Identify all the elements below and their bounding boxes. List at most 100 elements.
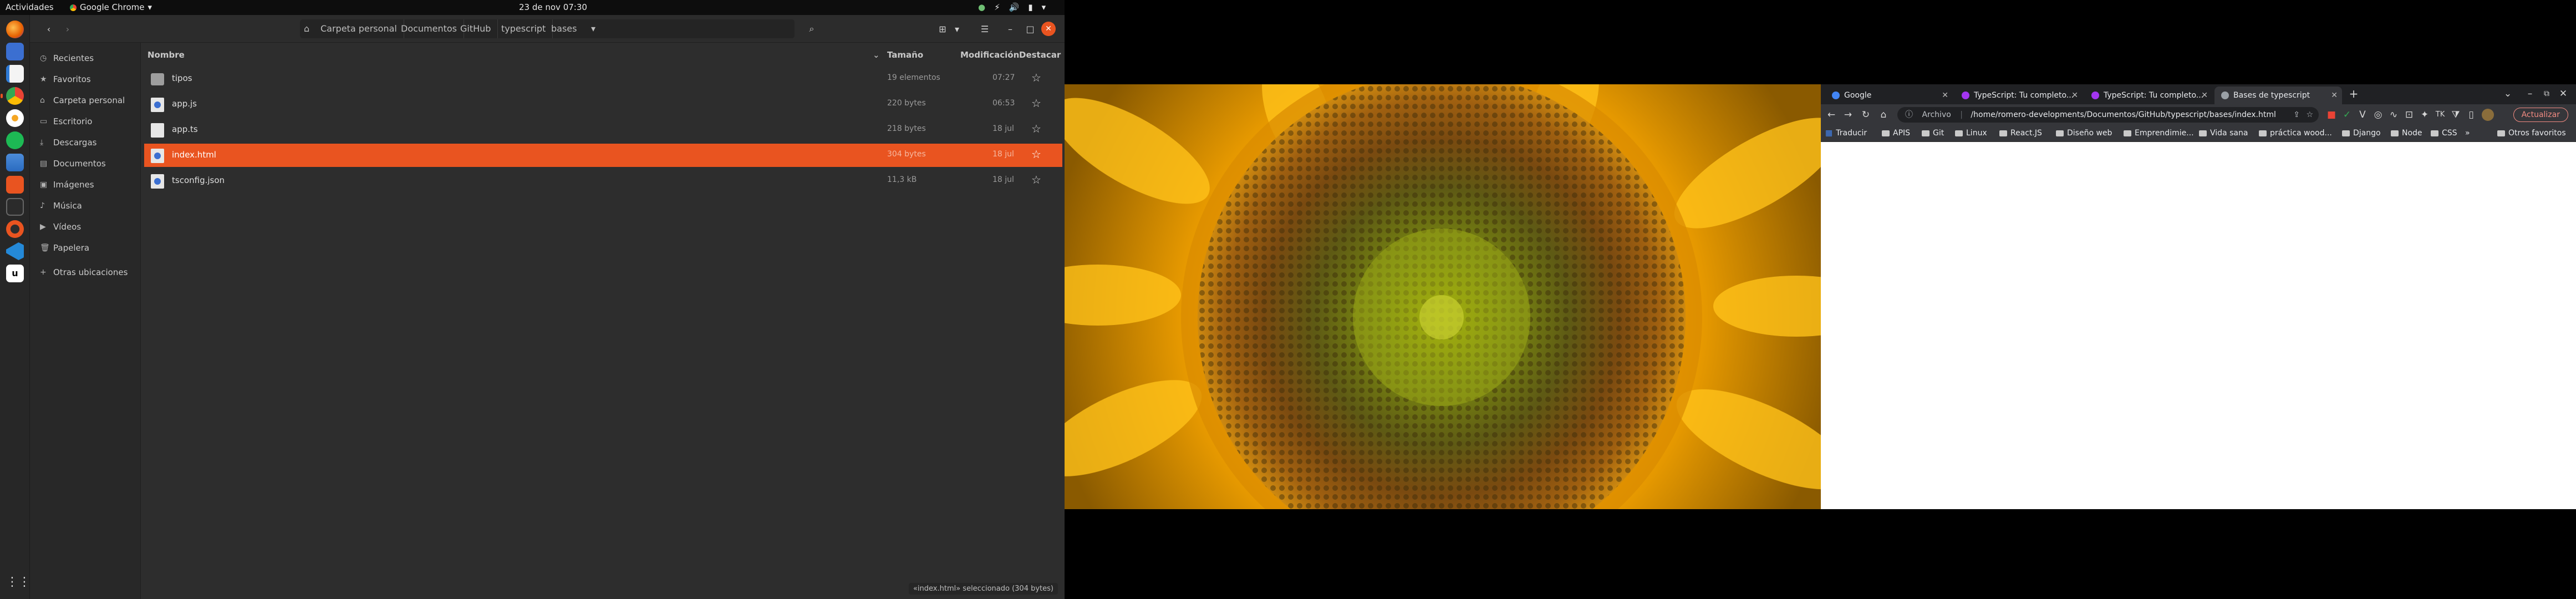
update-button[interactable]: Actualizar <box>2513 108 2568 122</box>
extension-circle-icon[interactable]: ◎ <box>2372 109 2384 121</box>
bookmark-vida-sana[interactable]: Vida sana <box>2199 129 2248 138</box>
forward-button[interactable]: › <box>59 20 77 38</box>
column-header-modified[interactable]: Modificación <box>960 50 1019 60</box>
sidebar-item-recientes[interactable]: ◷ Recientes <box>34 49 94 67</box>
bookmark-css[interactable]: CSS <box>2431 129 2457 138</box>
address-bar[interactable]: ⓘ Archivo | /home/romero-developments/Do… <box>1897 107 2319 123</box>
column-header-size[interactable]: Tamaño <box>887 50 923 60</box>
table-row[interactable]: app.js 220 bytes 06:53 ☆ <box>144 93 1062 116</box>
sort-icon[interactable]: ⌄ <box>873 50 880 60</box>
sidebar-item-documentos[interactable]: ▤ Documentos <box>34 155 106 172</box>
sidebar-item-videos[interactable]: ▶ Vídeos <box>34 218 81 236</box>
new-tab-icon[interactable]: + <box>2348 88 2360 100</box>
share-icon[interactable]: ⇪ <box>2293 107 2300 123</box>
close-tab-icon[interactable]: ✕ <box>1942 87 1948 104</box>
activities-button[interactable]: Actividades <box>6 0 54 15</box>
tab-bases-de-typescript[interactable]: Bases de typescript ✕ <box>2214 87 2342 104</box>
calendar-icon[interactable] <box>6 43 24 60</box>
bookmark-linux[interactable]: Linux <box>1955 129 1987 138</box>
close-tab-icon[interactable]: ✕ <box>2071 87 2078 104</box>
tab-google[interactable]: Google ✕ <box>1825 87 1953 104</box>
system-tray[interactable]: ● ⚡ 🔊 ▮ ▾ <box>978 0 1046 15</box>
spotify-icon[interactable] <box>6 131 24 149</box>
bookmark-star-icon[interactable]: ☆ <box>2306 107 2313 123</box>
bookmark-traducir[interactable]: ▦ Traducir <box>1825 129 1867 138</box>
help-icon[interactable] <box>6 220 24 238</box>
bookmark-more-icon[interactable]: » <box>2465 129 2470 138</box>
bookmark-django[interactable]: Django <box>2342 129 2381 138</box>
bookmark-diseno-web[interactable]: Diseño web <box>2056 129 2112 138</box>
app-menu[interactable]: Google Chrome ▾ <box>70 0 152 15</box>
app-icon[interactable]: u <box>6 265 24 282</box>
extension-red-icon[interactable]: ■ <box>2325 109 2338 121</box>
table-row[interactable]: tsconfig.json 11,3 kB 18 jul ☆ <box>144 169 1062 192</box>
web-page-content[interactable] <box>1821 142 2576 509</box>
back-arrow-icon[interactable]: ← <box>1825 109 1837 121</box>
close-tab-icon[interactable]: ✕ <box>2201 87 2208 104</box>
bookmark-node[interactable]: Node <box>2391 129 2422 138</box>
table-row[interactable]: tipos 19 elementos 07:27 ☆ <box>144 67 1062 90</box>
vscode-icon[interactable] <box>6 242 24 260</box>
bookmark-otros-favoritos[interactable]: Otros favoritos <box>2497 129 2566 138</box>
bookmark-git[interactable]: Git <box>1922 129 1944 138</box>
view-options-icon[interactable]: ▾ <box>950 20 964 38</box>
bookmark-emprendimie[interactable]: Emprendimie... <box>2124 129 2194 138</box>
extension-wave-icon[interactable]: ∿ <box>2387 109 2400 121</box>
firefox-icon[interactable] <box>6 21 24 38</box>
sidebar-item-carpeta-personal[interactable]: ⌂ Carpeta personal <box>34 92 125 109</box>
home-icon[interactable]: ⌂ <box>1877 109 1890 121</box>
text-editor-icon[interactable] <box>6 65 24 83</box>
bookmark-reactjs[interactable]: React.JS <box>1999 129 2042 138</box>
view-grid-button[interactable]: ⊞ <box>934 20 951 38</box>
maximize-button[interactable]: □ <box>1022 20 1038 38</box>
show-apps-icon[interactable]: ⋮⋮ <box>6 573 30 591</box>
extension-tk-icon[interactable]: TK <box>2434 109 2446 121</box>
menu-button[interactable]: ☰ <box>976 20 994 38</box>
libreoffice-icon[interactable] <box>6 154 24 171</box>
extension-green-icon[interactable]: ✓ <box>2341 109 2353 121</box>
rhythmbox-icon[interactable] <box>6 109 24 127</box>
star-icon[interactable]: ☆ <box>1031 97 1041 110</box>
breadcrumb-github[interactable]: GitHub <box>454 19 498 38</box>
sidebar-item-papelera[interactable]: 🗑 Papelera <box>34 239 89 257</box>
extension-puzzle-icon[interactable]: ✦ <box>2419 109 2431 121</box>
tab-typescript-2[interactable]: TypeScript: Tu completo... ✕ <box>2085 87 2212 104</box>
breadcrumb-dropdown-icon[interactable]: ▾ <box>584 19 602 38</box>
breadcrumb-carpeta-personal[interactable]: Carpeta personal <box>314 19 404 38</box>
clock[interactable]: 23 de nov 07:30 <box>519 0 587 15</box>
software-icon[interactable] <box>6 176 24 194</box>
sidebar-item-escritorio[interactable]: ▭ Escritorio <box>34 113 92 130</box>
extension-v-icon[interactable]: V <box>2356 109 2369 121</box>
minimize-button[interactable]: – <box>1002 20 1018 38</box>
column-header-name[interactable]: Nombre <box>147 50 185 60</box>
bookmark-apis[interactable]: APIS <box>1882 129 1910 138</box>
breadcrumb-bases[interactable]: bases <box>544 19 583 38</box>
star-icon[interactable]: ☆ <box>1031 173 1041 186</box>
extension-tab-icon[interactable]: ⊡ <box>2403 109 2415 121</box>
side-panel-icon[interactable]: ▯ <box>2465 109 2477 121</box>
profile-avatar[interactable] <box>2482 109 2494 121</box>
forward-arrow-icon[interactable]: → <box>1842 109 1854 121</box>
back-button[interactable]: ‹ <box>40 20 58 38</box>
bookmark-practica-wood[interactable]: práctica wood... <box>2259 129 2332 138</box>
info-icon[interactable]: ⓘ <box>1905 110 1913 119</box>
chrome-icon[interactable] <box>1 87 24 105</box>
sidebar-item-otras-ubicaciones[interactable]: + Otras ubicaciones <box>34 263 128 281</box>
star-icon[interactable]: ☆ <box>1031 71 1041 84</box>
reload-icon[interactable]: ↻ <box>1860 109 1872 121</box>
terminal-icon[interactable] <box>6 198 24 216</box>
column-header-starred[interactable]: Destacar <box>1019 50 1061 60</box>
table-row[interactable]: index.html 304 bytes 18 jul ☆ <box>144 144 1062 167</box>
close-window-icon[interactable]: ✕ <box>2557 88 2569 100</box>
star-icon[interactable]: ☆ <box>1031 148 1041 161</box>
close-tab-icon[interactable]: ✕ <box>2331 87 2338 104</box>
minimize-window-icon[interactable]: – <box>2524 88 2536 100</box>
sidebar-item-descargas[interactable]: ⤓ Descargas <box>34 134 96 151</box>
sidebar-item-musica[interactable]: ♪ Música <box>34 197 82 215</box>
search-button[interactable]: ⌕ <box>803 20 821 38</box>
sidebar-item-favoritos[interactable]: ★ Favoritos <box>34 70 91 88</box>
tab-typescript-1[interactable]: TypeScript: Tu completo... ✕ <box>1955 87 2083 104</box>
home-icon[interactable]: ⌂ <box>301 19 313 38</box>
star-icon[interactable]: ☆ <box>1031 122 1041 135</box>
close-button[interactable]: ✕ <box>1041 22 1056 36</box>
